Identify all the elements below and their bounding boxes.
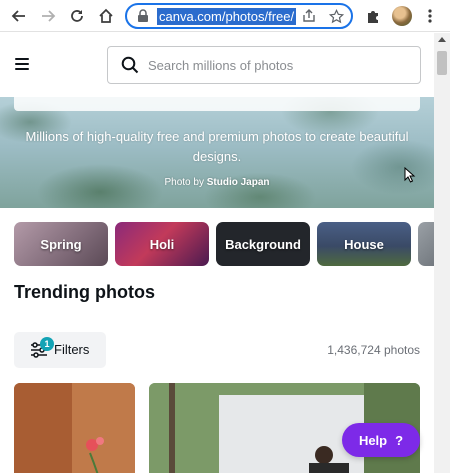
search-icon [121,56,139,74]
mouse-cursor-icon [404,167,416,183]
chip-label: Background [225,236,301,252]
kebab-menu-icon[interactable] [419,5,441,27]
search-box[interactable] [107,46,421,84]
flower-photo-image [14,383,135,473]
search-input[interactable] [148,55,408,75]
puzzle-icon[interactable] [362,5,384,27]
photo-credit: Photo by Studio Japan [0,177,434,188]
avatar[interactable] [392,6,412,26]
site-header [0,33,434,97]
filters-label: Filters [54,342,90,357]
filters-button[interactable]: 1 Filters [14,332,106,368]
hero-description: Millions of high-quality free and premiu… [25,129,409,164]
star-icon[interactable] [327,7,345,25]
browser-toolbar: canva.com/photos/free/ [0,0,450,32]
chip-house[interactable]: House [317,222,411,266]
scroll-up-arrow-icon[interactable] [438,37,446,42]
back-arrow-icon[interactable] [8,5,30,27]
section-title: Trending photos [14,282,155,302]
reload-icon[interactable] [66,5,88,27]
photo-credit-prefix: Photo by [164,177,204,188]
chip-background[interactable]: Background [216,222,310,266]
share-icon[interactable] [300,7,318,25]
hero-search-bar[interactable] [14,97,420,111]
filter-count-badge: 1 [40,337,54,351]
chip-spring[interactable]: Spring [14,222,108,266]
photo-thumbnail[interactable] [14,383,135,473]
results-count: 1,436,724 photos [327,343,420,357]
chip-holi[interactable]: Holi [115,222,209,266]
page-scrollbar[interactable] [434,33,450,473]
forward-arrow-icon[interactable] [37,5,59,27]
lock-icon[interactable] [137,9,149,23]
page-content: Millions of high-quality free and premiu… [0,33,434,473]
chip-label: Spring [40,236,82,252]
hero-banner: Millions of high-quality free and premiu… [0,97,434,208]
help-label: Help [358,432,388,448]
hamburger-menu-icon[interactable] [15,58,29,70]
chip-label: House [344,236,384,252]
photo-credit-link[interactable]: Studio Japan [207,177,270,188]
category-chips: Spring Holi Background House [0,222,434,266]
question-mark-icon: ? [395,432,404,448]
chip-partial[interactable] [418,222,434,266]
chip-label: Holi [149,236,175,252]
scroll-thumb[interactable] [437,51,447,75]
url-text[interactable]: canva.com/photos/free/ [157,8,297,25]
home-icon[interactable] [95,5,117,27]
address-bar[interactable]: canva.com/photos/free/ [125,3,353,29]
help-button[interactable]: Help ? [342,423,420,457]
